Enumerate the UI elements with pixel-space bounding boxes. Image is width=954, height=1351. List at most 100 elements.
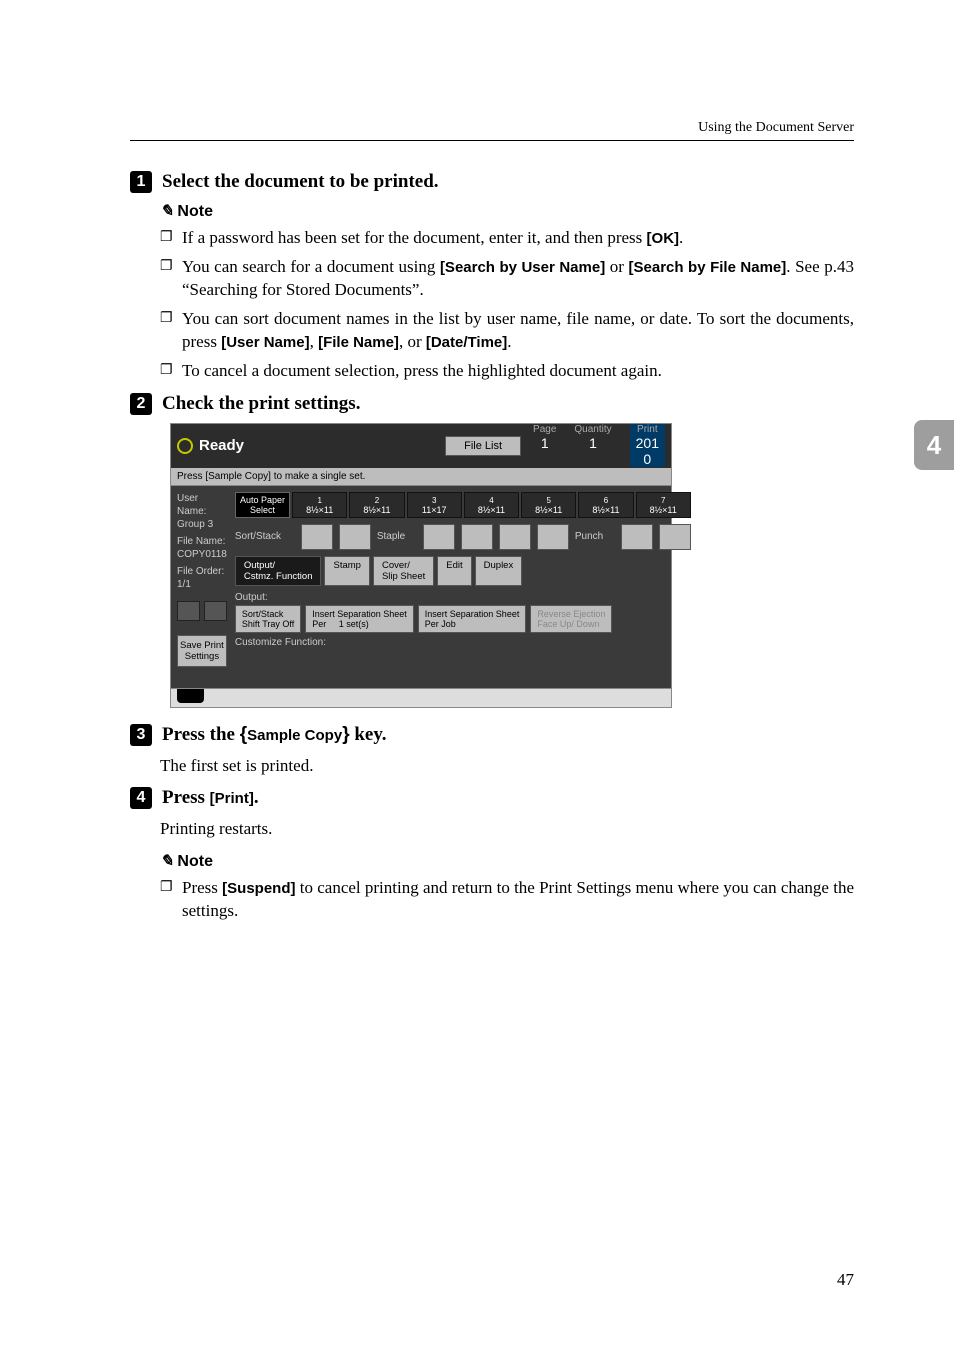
step-4-text: Press [Print]. [162,787,259,808]
ss-ready: Ready [177,437,445,454]
step-1-number: 1 [130,171,152,193]
sample-copy-key: Sample Copy [247,727,342,744]
tray-2-num: 2 [375,496,379,505]
tray-4[interactable]: 48½×11 [464,492,519,518]
tray-6-num: 6 [604,496,608,505]
note-label: Note [177,203,213,220]
note-1a-post: . [679,228,683,247]
staple-btn-2[interactable] [461,524,493,550]
note-heading-1: ✎Note [160,201,854,221]
note-1b-mid: or [605,257,628,276]
note-1c-sep2: , or [399,332,426,351]
ss-counters: Page1 Quantity1 Print201 0 [533,424,665,467]
tray-2-size: 8½×11 [363,505,390,515]
print-val: 201 0 [636,435,659,467]
tray-1[interactable]: 18½×11 [292,492,347,518]
print-lab: Print [636,424,659,435]
file-order-row: File Order:1/1 [177,565,227,591]
tray-7[interactable]: 78½×11 [636,492,691,518]
insert-sep-per-job[interactable]: Insert Separation Sheet Per Job [418,605,527,633]
tray-7-size: 8½×11 [650,505,677,515]
note-1a: If a password has been set for the docum… [160,227,854,250]
note-1a-pre: If a password has been set for the docum… [182,228,647,247]
insert-sep-per-set[interactable]: Insert Separation Sheet Per 1 set(s) [305,605,414,633]
step-3-suffix: key. [350,724,387,745]
note-list-2: Press [Suspend] to cancel printing and r… [160,877,854,923]
step-1: 1 Select the document to be printed. [130,171,854,193]
punch-btn-2[interactable] [659,524,691,550]
save-print-settings-button[interactable]: Save Print Settings [177,635,227,667]
page-lab: Page [533,424,556,435]
sort-btn-2[interactable] [339,524,371,550]
qty-val: 1 [574,435,611,451]
staple-btn-4[interactable] [537,524,569,550]
note-2a-pre: Press [182,878,222,897]
file-order-val: 1/1 [177,579,191,590]
tray-3[interactable]: 311×17 [407,492,462,518]
ss-body: User Name:Group 3 File Name:COPY0118 Fil… [171,486,671,688]
tray-4-num: 4 [489,496,493,505]
note-1c-post: . [507,332,511,351]
print-button-label: [Print] [210,790,254,807]
prev-button[interactable] [177,601,200,621]
output-label: Output: [235,592,268,603]
staple-btn-3[interactable] [499,524,531,550]
suspend-button-label: [Suspend] [222,880,295,897]
tray-4-size: 8½×11 [478,505,505,515]
duplex-tab[interactable]: Duplex [475,556,523,586]
step-3-body: The first set is printed. [160,754,854,778]
tray-3-size: 11×17 [422,505,447,515]
reverse-ejection[interactable]: Reverse Ejection Face Up/ Down [530,605,612,633]
auto-paper-select[interactable]: Auto Paper Select [235,492,290,518]
step-4-suffix: . [254,787,259,808]
tray-7-num: 7 [661,496,665,505]
tray-5[interactable]: 58½×11 [521,492,576,518]
ss-bottom-tab [177,689,204,703]
note-2a: Press [Suspend] to cancel printing and r… [160,877,854,923]
user-name-label: [User Name] [221,334,309,351]
file-list-button[interactable]: File List [445,436,521,456]
step-3-prefix: Press the [162,724,240,745]
step-2-text: Check the print settings. [162,393,360,414]
tray-1-num: 1 [317,496,321,505]
tray-1-size: 8½×11 [306,505,333,515]
staple-label: Staple [377,531,417,542]
step-3-text: Press the {Sample Copy} key. [162,724,387,745]
page-counter: Page1 [533,424,556,467]
page-number: 47 [837,1270,854,1290]
user-name-row: User Name:Group 3 [177,492,227,531]
print-settings-screenshot: Ready File List Page1 Quantity1 Print201… [170,423,672,708]
ss-ready-text: Ready [199,437,244,454]
next-button[interactable] [204,601,227,621]
step-4-number: 4 [130,787,152,809]
output-cstmz-tab[interactable]: Output/ Cstmz. Function [235,556,322,586]
file-name-row: File Name:COPY0118 [177,535,227,561]
search-file-name-label: [Search by File Name] [629,259,787,276]
step-2-number: 2 [130,393,152,415]
page-val: 1 [533,435,556,451]
sort-stack-button[interactable]: Sort/Stack Shift Tray Off [235,605,301,633]
tray-2[interactable]: 28½×11 [349,492,404,518]
paper-trays: Auto Paper Select 18½×11 28½×11 311×17 4… [235,492,691,518]
ready-icon [177,438,193,454]
stamp-tab[interactable]: Stamp [324,556,369,586]
edit-tab[interactable]: Edit [437,556,471,586]
step-4-body: Printing restarts. [160,817,854,841]
staple-btn-1[interactable] [423,524,455,550]
tray-6-size: 8½×11 [592,505,619,515]
note-1d: To cancel a document selection, press th… [160,360,854,383]
step-4-prefix: Press [162,787,210,808]
sort-btn-1[interactable] [301,524,333,550]
note-label-2: Note [177,853,213,870]
tray-6[interactable]: 68½×11 [578,492,633,518]
step-3: 3 Press the {Sample Copy} key. [130,724,854,746]
note-1b-pre: You can search for a document using [182,257,440,276]
user-name-lab: User Name: [177,493,206,517]
page-header: Using the Document Server [130,120,854,141]
search-user-name-label: [Search by User Name] [440,259,605,276]
sort-stack-label: Sort/Stack [235,531,295,542]
note-1c: You can sort document names in the list … [160,308,854,354]
note-1c-sep1: , [310,332,319,351]
punch-btn-1[interactable] [621,524,653,550]
cover-slip-tab[interactable]: Cover/ Slip Sheet [373,556,434,586]
